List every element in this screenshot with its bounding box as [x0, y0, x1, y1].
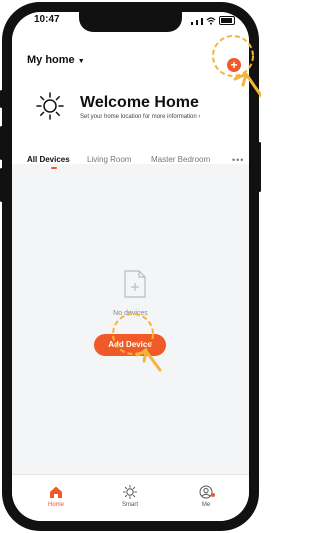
signal-icon	[191, 22, 193, 25]
phone-frame: 10:47 My home ▼ + Welcome Home Set your …	[0, 2, 261, 531]
battery-icon	[219, 16, 235, 25]
more-icon[interactable]: •••	[232, 155, 244, 165]
nav-smart-label: Smart	[121, 502, 138, 508]
home-icon	[50, 486, 62, 498]
sun-icon	[123, 485, 137, 499]
welcome-subtitle-text: Set your home location for more informat…	[80, 114, 197, 120]
status-time: 10:47	[34, 14, 60, 25]
notch	[79, 12, 182, 32]
app-screen: 10:47 My home ▼ + Welcome Home Set your …	[12, 12, 249, 521]
tab-living-room[interactable]: Living Room	[87, 155, 131, 164]
user-icon	[199, 485, 213, 499]
nav-home[interactable]: Home	[36, 485, 76, 508]
sun-icon	[36, 92, 64, 120]
add-device-plus-button[interactable]: +	[227, 58, 241, 72]
no-devices-text: No devices	[113, 310, 148, 317]
active-tab-indicator	[51, 167, 57, 169]
home-selector-label: My home	[27, 54, 75, 66]
chevron-down-icon: ▼	[77, 58, 85, 65]
tab-master-bedroom[interactable]: Master Bedroom	[151, 155, 210, 164]
plus-icon: +	[230, 58, 238, 72]
add-device-button[interactable]: Add Device	[94, 334, 166, 356]
nav-home-label: Home	[47, 502, 64, 508]
tab-all-devices[interactable]: All Devices	[27, 155, 70, 164]
status-icons	[191, 16, 235, 25]
welcome-subtitle[interactable]: Set your home location for more informat…	[80, 114, 200, 120]
notification-dot	[211, 493, 215, 497]
mute-switch	[0, 90, 3, 108]
wifi-icon	[206, 17, 216, 25]
nav-smart[interactable]: Smart	[110, 485, 150, 508]
chevron-right-icon: ›	[198, 114, 201, 120]
volume-down-button	[0, 168, 3, 202]
nav-me-label: Me	[201, 502, 211, 508]
home-selector[interactable]: My home ▼	[27, 54, 85, 66]
welcome-title: Welcome Home	[80, 94, 199, 111]
header-area	[12, 12, 249, 164]
power-button	[258, 142, 261, 192]
empty-device-icon	[124, 270, 146, 298]
nav-me[interactable]: Me	[186, 485, 226, 508]
volume-up-button	[0, 126, 3, 160]
bottom-nav: Home Smart Me	[12, 474, 249, 521]
